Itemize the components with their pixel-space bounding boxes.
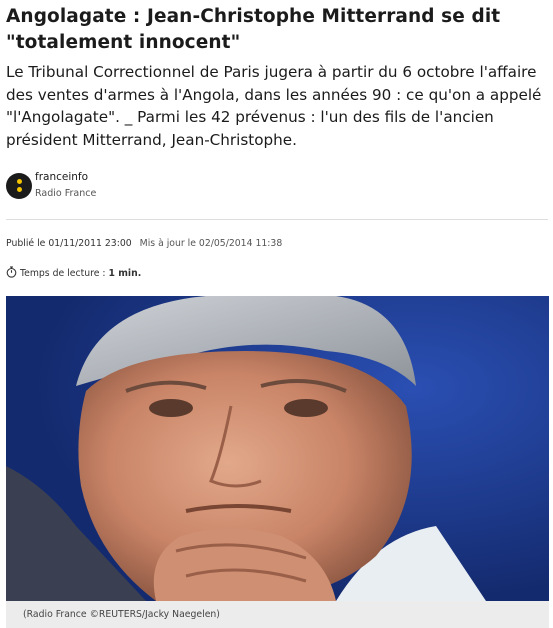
source-subtitle: Radio France (35, 188, 97, 199)
article-lead: Le Tribunal Correctionnel de Paris juger… (6, 63, 542, 149)
source-block[interactable]: franceinfo Radio France (6, 170, 306, 204)
franceinfo-logo-icon (6, 173, 32, 199)
divider (6, 219, 548, 220)
updated-date: Mis à jour le 02/05/2014 11:38 (139, 238, 283, 249)
article-title: Angolagate : Jean-Christophe Mitterrand … (6, 6, 501, 53)
portrait-illustration (6, 296, 549, 601)
reading-time-value: 1 min. (108, 268, 142, 279)
reading-time: Temps de lecture : 1 min. (6, 266, 141, 279)
reading-time-label: Temps de lecture : (20, 268, 106, 279)
published-date: Publié le 01/11/2011 23:00 (6, 238, 132, 249)
stopwatch-icon (6, 266, 17, 278)
publication-dates: Publié le 01/11/2011 23:00 Mis à jour le … (6, 238, 282, 249)
article-photo (6, 296, 549, 601)
photo-caption: (Radio France ©REUTERS/Jacky Naegelen) (6, 601, 549, 628)
source-name[interactable]: franceinfo (35, 171, 88, 183)
